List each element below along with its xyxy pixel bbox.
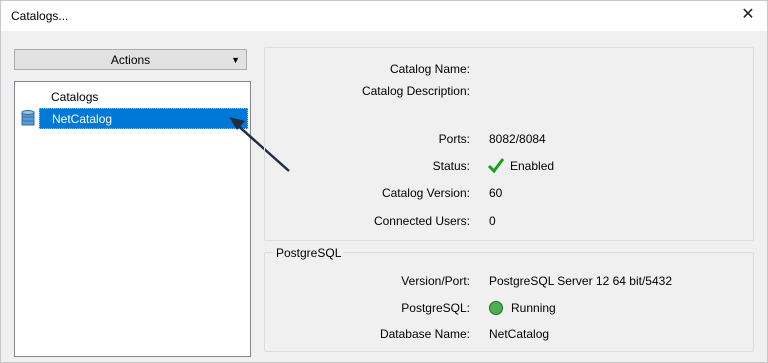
catalogs-dialog: Catalogs... ✕ Actions ▼ Catalogs NetCata… (0, 0, 768, 363)
connected-users-value: 0 (489, 214, 496, 228)
title-bar: Catalogs... ✕ (1, 1, 767, 31)
postgresql-group-title: PostgreSQL (274, 246, 344, 260)
version-port-value: PostgreSQL Server 12 64 bit/5432 (489, 274, 672, 288)
database-name-value: NetCatalog (489, 327, 550, 341)
catalog-info-group: Catalog Name: Catalog Description: Ports… (264, 47, 754, 241)
actions-label: Actions (110, 53, 151, 67)
selection-highlight: NetCatalog (39, 108, 248, 129)
database-name-label: Database Name: (379, 327, 470, 341)
catalog-description-label: Catalog Description: (361, 84, 470, 98)
postgresql-group: PostgreSQL Version/Port: PostgreSQL Serv… (264, 246, 754, 352)
catalog-tree[interactable]: Catalogs NetCatalog (14, 81, 251, 357)
tree-header: Catalogs (43, 84, 247, 109)
catalog-version-label: Catalog Version: (381, 186, 470, 200)
tree-item-netcatalog[interactable]: NetCatalog (16, 108, 248, 129)
actions-dropdown-button[interactable]: Actions ▼ (14, 49, 247, 70)
catalog-name-label: Catalog Name: (389, 62, 470, 76)
tree-item-label: NetCatalog (52, 112, 113, 126)
checkmark-icon (487, 158, 505, 173)
chevron-down-icon: ▼ (231, 55, 240, 65)
catalog-version-value: 60 (489, 186, 503, 200)
close-icon: ✕ (741, 6, 755, 23)
green-circle-icon (489, 301, 503, 315)
connected-users-label: Connected Users: (373, 214, 470, 228)
version-port-label: Version/Port: (401, 274, 470, 288)
status-label: Status: (432, 159, 470, 173)
ports-label: Ports: (438, 132, 470, 146)
tree-header-label: Catalogs (51, 90, 99, 104)
status-value: Enabled (510, 159, 555, 173)
postgresql-state-label: PostgreSQL: (401, 301, 470, 315)
close-button[interactable]: ✕ (733, 3, 763, 27)
window-title: Catalogs... (11, 9, 69, 23)
postgresql-state-value: Running (511, 301, 556, 315)
ports-value: 8082/8084 (489, 132, 546, 146)
database-icon (21, 110, 35, 126)
